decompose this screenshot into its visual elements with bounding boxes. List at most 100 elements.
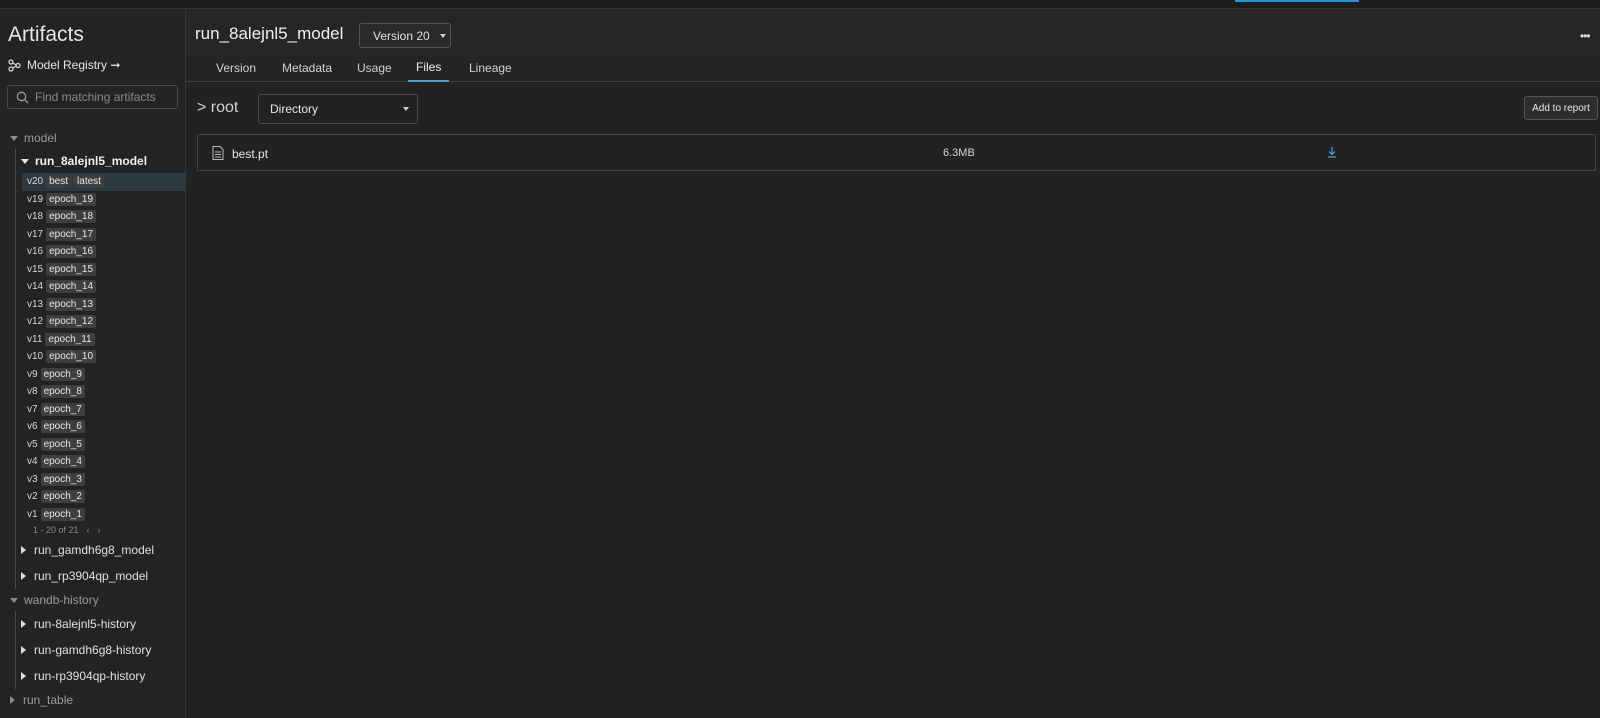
alias-tag: best: [46, 175, 72, 189]
pager-prev-icon[interactable]: ‹: [87, 525, 90, 535]
artifact-search-input[interactable]: [35, 90, 165, 104]
version-number: v16: [27, 246, 44, 258]
breadcrumb-root[interactable]: > root: [197, 99, 238, 117]
tree-collection-run-rp3904qp-history[interactable]: run-rp3904qp-history: [16, 663, 186, 689]
version-number: v4: [27, 456, 38, 468]
more-options-icon[interactable]: •••: [1580, 29, 1591, 43]
alias-tag: epoch_1: [40, 507, 85, 521]
version-row-v3[interactable]: v3 epoch_3: [22, 471, 186, 489]
version-row-v6[interactable]: v6 epoch_6: [22, 418, 186, 436]
caret-down-icon: [10, 597, 18, 603]
alias-tag: epoch_12: [46, 315, 97, 329]
version-dropdown[interactable]: Version 20: [359, 23, 451, 48]
version-row-v1[interactable]: v1 epoch_1: [22, 506, 186, 524]
version-number: v2: [27, 491, 38, 503]
version-row-v4[interactable]: v4 epoch_4: [22, 453, 186, 471]
version-number: v10: [27, 351, 44, 363]
tree-collection-run-gamdh6g8-history[interactable]: run-gamdh6g8-history: [16, 637, 186, 663]
version-row-v18[interactable]: v18 epoch_18: [22, 208, 186, 226]
version-number: v15: [27, 263, 44, 275]
version-number: v5: [27, 438, 38, 450]
version-row-v8[interactable]: v8 epoch_8: [22, 383, 186, 401]
version-row-v13[interactable]: v13 epoch_13: [22, 296, 186, 314]
version-row-v11[interactable]: v11 epoch_11: [22, 331, 186, 349]
version-row-v15[interactable]: v15 epoch_15: [22, 261, 186, 279]
chevron-down-icon: [403, 107, 409, 111]
tree-group-model[interactable]: model: [0, 127, 186, 149]
version-number: v18: [27, 211, 44, 223]
artifact-title: run_8alejnl5_model: [195, 24, 344, 43]
tab-metadata[interactable]: Metadata: [282, 54, 332, 82]
version-row-v16[interactable]: v16 epoch_16: [22, 243, 186, 261]
version-row-v17[interactable]: v17 epoch_17: [22, 226, 186, 244]
caret-down-icon: [10, 135, 18, 141]
version-row-v14[interactable]: v14 epoch_14: [22, 278, 186, 296]
alias-tag: epoch_14: [46, 280, 97, 294]
alias-tag: epoch_16: [46, 245, 97, 259]
tree-collection-run_8alejnl5_model[interactable]: run_8alejnl5_model: [16, 149, 186, 173]
tree-collection-label: run_rp3904qp_model: [34, 569, 149, 583]
tree-collection-label: run_8alejnl5_model: [35, 154, 148, 168]
top-bar: [0, 0, 1600, 9]
tab-lineage[interactable]: Lineage: [469, 54, 512, 82]
add-to-report-button[interactable]: Add to report: [1524, 96, 1598, 120]
tree-group-children: run_8alejnl5_model v20 best latest v19 epoch_…: [15, 149, 186, 589]
artifact-search[interactable]: [7, 85, 178, 109]
version-row-v12[interactable]: v12 epoch_12: [22, 313, 186, 331]
tab-version[interactable]: Version: [216, 54, 256, 82]
version-row-v10[interactable]: v10 epoch_10: [22, 348, 186, 366]
version-number: v19: [27, 193, 44, 205]
alias-tag: epoch_11: [45, 332, 95, 346]
file-icon: [212, 146, 224, 160]
pager-next-icon[interactable]: ›: [98, 525, 101, 535]
search-icon: [16, 91, 29, 103]
version-number: v9: [27, 368, 38, 380]
tree-group-label: run_table: [23, 693, 74, 707]
artifact-tabs: Version Metadata Usage Files Lineage: [186, 54, 1600, 82]
alias-tag: epoch_18: [46, 210, 97, 224]
tree-collection-run_rp3904qp_model[interactable]: run_rp3904qp_model: [16, 563, 186, 589]
version-row-v7[interactable]: v7 epoch_7: [22, 401, 186, 419]
tree-collection-run_gamdh6g8_model[interactable]: run_gamdh6g8_model: [16, 537, 186, 563]
version-pager: 1 - 20 of 21 ‹ ›: [22, 523, 186, 537]
version-number: v12: [27, 316, 44, 328]
file-row[interactable]: best.pt 6.3MB: [198, 135, 1595, 171]
version-row-v9[interactable]: v9 epoch_9: [22, 366, 186, 384]
tree-group-run_table[interactable]: run_table: [0, 689, 186, 711]
version-row-v20[interactable]: v20 best latest: [22, 173, 186, 191]
model-registry-link[interactable]: Model Registry ➞: [8, 56, 120, 74]
alias-tag: epoch_10: [46, 350, 97, 364]
version-number: v11: [27, 333, 43, 345]
download-icon[interactable]: [1326, 146, 1338, 158]
version-number: v1: [27, 508, 38, 520]
alias-tag: epoch_5: [40, 437, 85, 451]
pager-range: 1 - 20 of 21: [33, 525, 79, 535]
view-dropdown[interactable]: Directory: [258, 94, 418, 124]
version-row-v5[interactable]: v5 epoch_5: [22, 436, 186, 454]
file-size: 6.3MB: [943, 147, 975, 159]
alias-tag: epoch_15: [46, 262, 97, 276]
tree-group-wandb-history[interactable]: wandb-history: [0, 589, 186, 611]
model-registry-label: Model Registry ➞: [27, 58, 121, 72]
alias-tag: epoch_13: [46, 297, 97, 311]
file-name[interactable]: best.pt: [232, 147, 268, 161]
alias-tag: epoch_4: [40, 455, 85, 469]
topbar-accent: [1235, 0, 1359, 2]
version-row-v19[interactable]: v19 epoch_19: [22, 191, 186, 209]
version-number: v8: [27, 386, 38, 398]
tree-collection-run-8alejnl5-history[interactable]: run-8alejnl5-history: [16, 611, 186, 637]
caret-down-icon: [21, 158, 29, 164]
version-number: v7: [27, 403, 38, 415]
alias-tag: latest: [74, 175, 104, 189]
alias-tag: epoch_8: [40, 385, 85, 399]
version-row-v2[interactable]: v2 epoch_2: [22, 488, 186, 506]
tree-group-children: run-8alejnl5-history run-gamdh6g8-history…: [15, 611, 186, 689]
tree-collection-label: run_gamdh6g8_model: [34, 543, 155, 557]
tree-collection-label: run-rp3904qp-history: [34, 669, 146, 683]
file-table: best.pt 6.3MB: [197, 134, 1596, 171]
alias-tag: epoch_9: [40, 367, 85, 381]
tab-usage[interactable]: Usage: [357, 54, 392, 82]
tree-collection-label: run-gamdh6g8-history: [34, 643, 152, 657]
alias-tag: epoch_3: [40, 472, 85, 486]
tab-files[interactable]: Files: [408, 54, 450, 82]
